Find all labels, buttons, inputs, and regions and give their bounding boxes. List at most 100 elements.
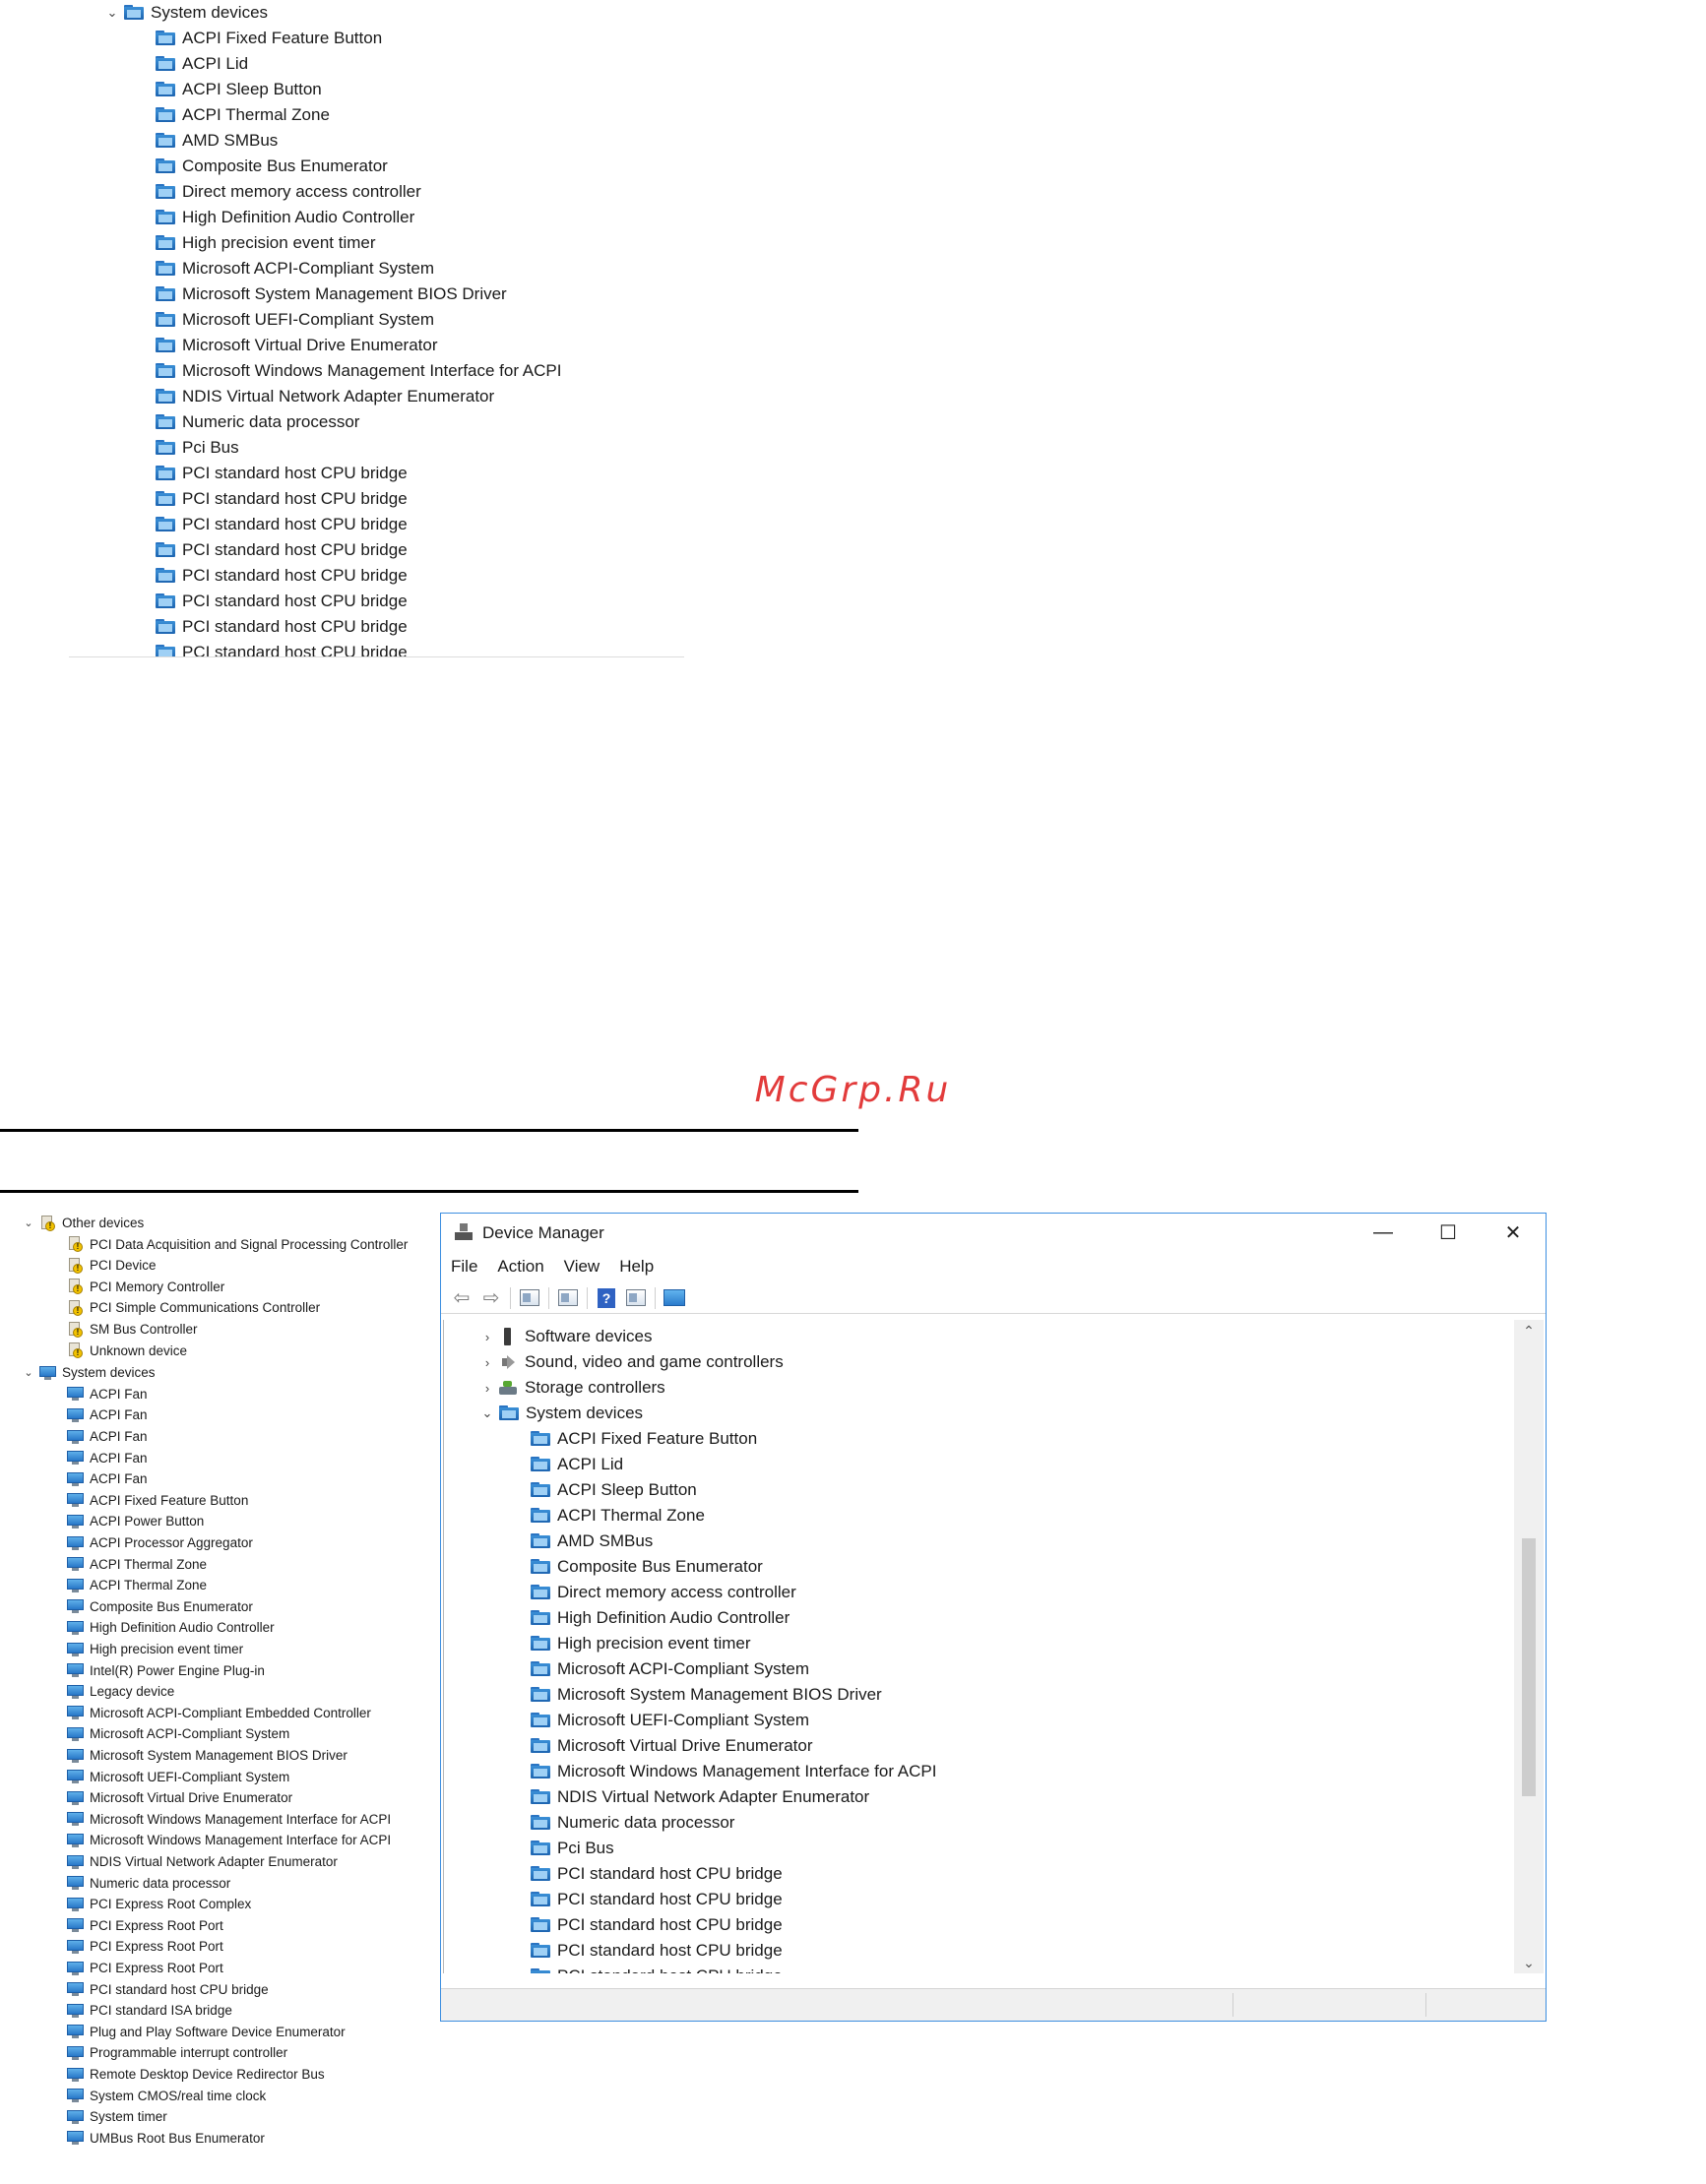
device-list-item[interactable]: PCI standard host CPU bridge: [531, 1887, 783, 1912]
device-list-item[interactable]: ACPI Fixed Feature Button: [67, 1490, 248, 1511]
device-list-item[interactable]: Microsoft UEFI-Compliant System: [156, 307, 434, 333]
device-list-item[interactable]: Numeric data processor: [531, 1810, 734, 1836]
device-list-item[interactable]: ! PCI Simple Communications Controller: [67, 1297, 320, 1318]
device-list-item[interactable]: Microsoft Windows Management Interface f…: [67, 1809, 391, 1830]
device-list-item[interactable]: ACPI Fixed Feature Button: [156, 26, 382, 51]
device-list-item[interactable]: ! PCI Device: [67, 1255, 157, 1276]
category-row[interactable]: ⌄ System devices: [479, 1401, 644, 1426]
scrollbar-thumb[interactable]: [1522, 1538, 1536, 1796]
device-list-item[interactable]: PCI standard host CPU bridge: [531, 1912, 783, 1938]
device-list-item[interactable]: ACPI Fan: [67, 1384, 148, 1404]
device-list-item[interactable]: Microsoft UEFI-Compliant System: [67, 1767, 289, 1787]
device-list-item[interactable]: Microsoft Virtual Drive Enumerator: [156, 333, 438, 358]
device-list-item[interactable]: ACPI Thermal Zone: [67, 1575, 207, 1595]
device-list-item[interactable]: High Definition Audio Controller: [531, 1605, 790, 1631]
device-list-item[interactable]: High Definition Audio Controller: [156, 205, 414, 230]
device-list-item[interactable]: ACPI Lid: [531, 1452, 623, 1477]
chevron-right-icon[interactable]: ›: [479, 1380, 495, 1396]
device-list-item[interactable]: AMD SMBus: [156, 128, 278, 154]
device-list-item[interactable]: High Definition Audio Controller: [67, 1617, 275, 1638]
device-list-item[interactable]: PCI standard host CPU bridge: [531, 1861, 783, 1887]
device-list-item[interactable]: ACPI Sleep Button: [156, 77, 322, 102]
device-list-item[interactable]: PCI standard host CPU bridge: [156, 589, 408, 614]
device-list-item[interactable]: PCI Express Root Port: [67, 1936, 223, 1957]
device-list-item[interactable]: Microsoft ACPI-Compliant System: [156, 256, 434, 281]
category-row[interactable]: › Sound, video and game controllers: [479, 1349, 784, 1375]
device-list-item[interactable]: Direct memory access controller: [531, 1580, 796, 1605]
category-row-system-devices[interactable]: ⌄ System devices: [104, 0, 269, 26]
device-list-item[interactable]: PCI standard host CPU bridge: [531, 1964, 783, 1973]
properties-icon[interactable]: [515, 1285, 544, 1311]
device-list-item[interactable]: Microsoft ACPI-Compliant Embedded Contro…: [67, 1703, 371, 1723]
device-list-item[interactable]: Microsoft UEFI-Compliant System: [531, 1708, 809, 1733]
device-list-item[interactable]: Microsoft System Management BIOS Driver: [531, 1682, 882, 1708]
device-list-item[interactable]: Legacy device: [67, 1681, 174, 1702]
scroll-down-icon[interactable]: ⌄: [1514, 1952, 1544, 1973]
device-list-item[interactable]: PCI standard host CPU bridge: [156, 537, 408, 563]
device-list-item[interactable]: High precision event timer: [156, 230, 376, 256]
device-list-item[interactable]: PCI standard host CPU bridge: [156, 486, 408, 512]
device-list-item[interactable]: AMD SMBus: [531, 1529, 653, 1554]
device-list-item[interactable]: Microsoft Windows Management Interface f…: [531, 1759, 937, 1784]
device-list-item[interactable]: Pci Bus: [531, 1836, 614, 1861]
device-list-item[interactable]: Microsoft Virtual Drive Enumerator: [67, 1787, 292, 1808]
close-button[interactable]: ✕: [1481, 1214, 1546, 1251]
device-list-item[interactable]: High precision event timer: [67, 1639, 243, 1659]
device-list-item[interactable]: NDIS Virtual Network Adapter Enumerator: [67, 1851, 338, 1872]
device-list-item[interactable]: ACPI Lid: [156, 51, 248, 77]
menu-view[interactable]: View: [554, 1255, 610, 1279]
device-list-item[interactable]: PCI Express Root Port: [67, 1958, 223, 1978]
device-list-item[interactable]: High precision event timer: [531, 1631, 751, 1656]
device-list-item[interactable]: Numeric data processor: [67, 1873, 230, 1894]
chevron-right-icon[interactable]: ›: [479, 1354, 495, 1370]
device-list-item[interactable]: Pci Bus: [156, 435, 239, 461]
device-list-item[interactable]: Microsoft Virtual Drive Enumerator: [531, 1733, 813, 1759]
device-list-item[interactable]: PCI standard host CPU bridge: [156, 614, 408, 640]
category-row[interactable]: › Software devices: [479, 1324, 652, 1349]
device-list-item[interactable]: Programmable interrupt controller: [67, 2042, 287, 2063]
list-view-icon[interactable]: [553, 1285, 583, 1311]
category-row[interactable]: ⌄! Other devices: [22, 1213, 144, 1233]
device-list-item[interactable]: System CMOS/real time clock: [67, 2086, 266, 2106]
back-arrow-icon[interactable]: ⇦: [447, 1285, 476, 1311]
minimize-button[interactable]: —: [1351, 1214, 1416, 1251]
device-list-item[interactable]: Numeric data processor: [156, 409, 359, 435]
device-list-item[interactable]: Microsoft Windows Management Interface f…: [67, 1830, 391, 1850]
device-list-item[interactable]: Microsoft System Management BIOS Driver: [156, 281, 507, 307]
device-list-item[interactable]: Intel(R) Power Engine Plug-in: [67, 1660, 265, 1681]
scroll-up-icon[interactable]: ⌃: [1514, 1320, 1544, 1342]
device-list-item[interactable]: Composite Bus Enumerator: [156, 154, 388, 179]
device-list-item[interactable]: ACPI Power Button: [67, 1511, 204, 1531]
help-icon[interactable]: ?: [592, 1285, 621, 1311]
monitor-icon[interactable]: [660, 1285, 689, 1311]
device-list-item[interactable]: Remote Desktop Device Redirector Bus: [67, 2064, 325, 2085]
device-list-item[interactable]: ACPI Sleep Button: [531, 1477, 697, 1503]
device-list-item[interactable]: ACPI Fan: [67, 1426, 148, 1447]
forward-arrow-icon[interactable]: ⇨: [476, 1285, 506, 1311]
device-list-item[interactable]: PCI standard ISA bridge: [67, 2000, 232, 2021]
device-list-item[interactable]: PCI Express Root Complex: [67, 1894, 251, 1914]
device-list-item[interactable]: Composite Bus Enumerator: [67, 1596, 253, 1617]
device-list-item[interactable]: ACPI Fan: [67, 1448, 148, 1468]
chevron-right-icon[interactable]: ›: [479, 1329, 495, 1344]
device-list-item[interactable]: NDIS Virtual Network Adapter Enumerator: [531, 1784, 869, 1810]
device-list-item[interactable]: Microsoft ACPI-Compliant System: [67, 1723, 289, 1744]
chevron-down-icon[interactable]: ⌄: [104, 5, 120, 21]
device-list-item[interactable]: PCI Express Root Port: [67, 1915, 223, 1936]
device-list-item[interactable]: NDIS Virtual Network Adapter Enumerator: [156, 384, 494, 409]
device-list-item[interactable]: UMBus Root Bus Enumerator: [67, 2128, 265, 2149]
device-list-item[interactable]: Microsoft Windows Management Interface f…: [156, 358, 562, 384]
device-list-item[interactable]: ! PCI Data Acquisition and Signal Process…: [67, 1234, 408, 1255]
category-row[interactable]: ⌄ System devices: [22, 1362, 155, 1383]
device-list-item[interactable]: PCI standard host CPU bridge: [156, 512, 408, 537]
device-list-item[interactable]: ACPI Fan: [67, 1404, 148, 1425]
device-list-item[interactable]: ! SM Bus Controller: [67, 1319, 198, 1340]
device-list-item[interactable]: PCI standard host CPU bridge: [156, 640, 408, 657]
device-list-item[interactable]: PCI standard host CPU bridge: [156, 563, 408, 589]
device-list-item[interactable]: Plug and Play Software Device Enumerator: [67, 2022, 346, 2042]
category-row[interactable]: › Storage controllers: [479, 1375, 665, 1401]
chevron-down-icon[interactable]: ⌄: [479, 1405, 495, 1421]
vertical-scrollbar[interactable]: ⌃ ⌄: [1514, 1320, 1544, 1973]
device-list-item[interactable]: Direct memory access controller: [156, 179, 421, 205]
menu-help[interactable]: Help: [609, 1255, 663, 1279]
